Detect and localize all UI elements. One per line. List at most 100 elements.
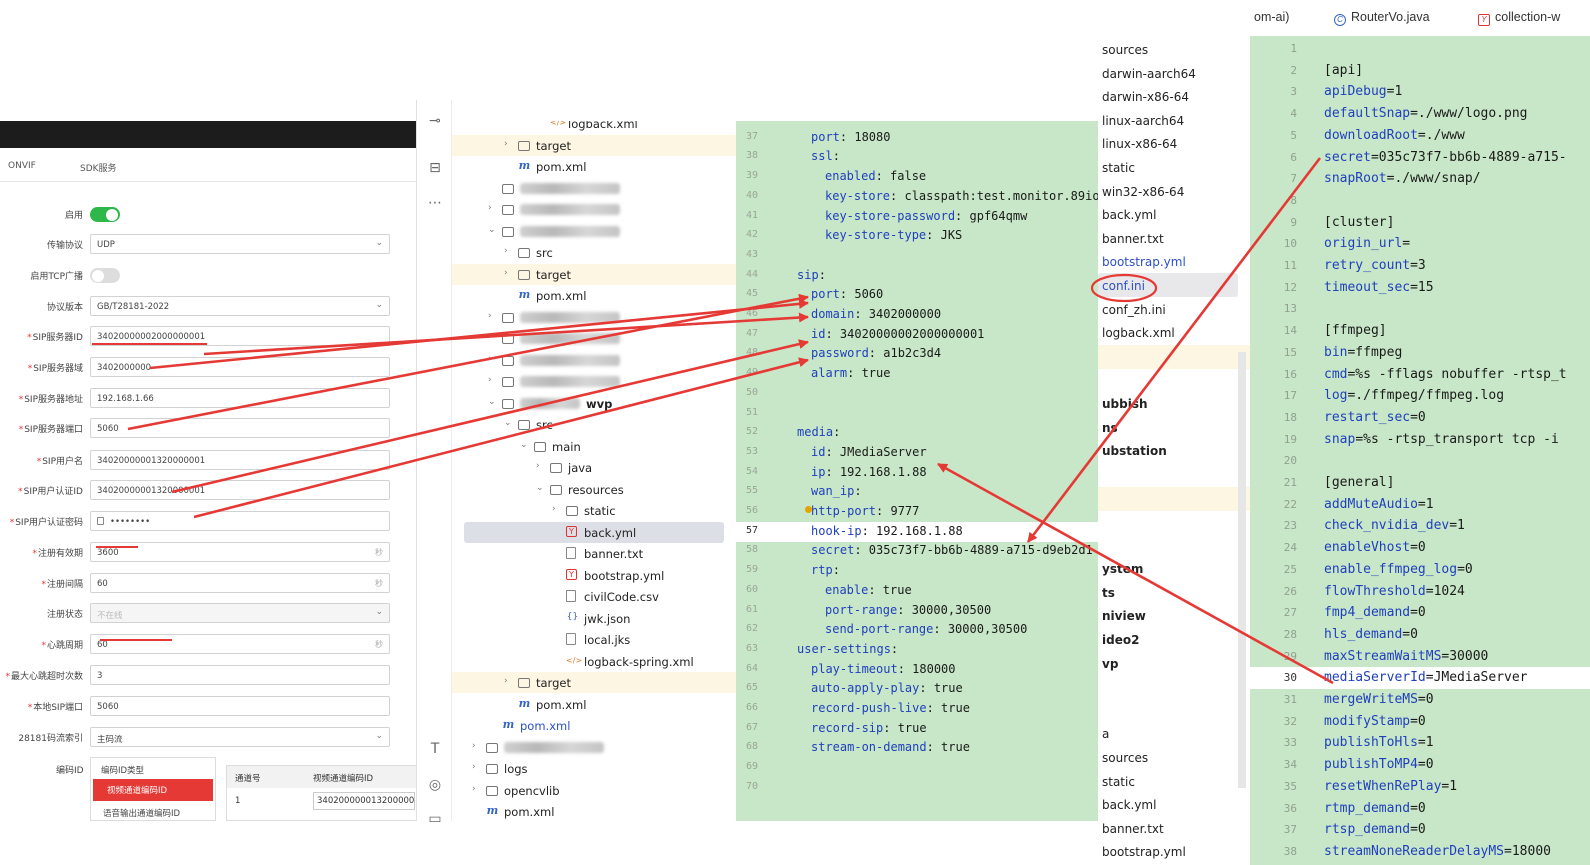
chevron-right-icon[interactable]: ›: [504, 268, 508, 278]
terminal-icon[interactable]: ▭: [426, 810, 444, 828]
code-line[interactable]: 41 key-store-password: gpf64qmw: [736, 207, 1098, 227]
ini-line[interactable]: 30 mediaServerId=JMediaServer: [1250, 667, 1590, 689]
file-list-item[interactable]: ts: [1102, 586, 1115, 608]
file-conf-ini[interactable]: conf.ini: [1102, 279, 1145, 301]
select-field[interactable]: 主码流 ⌄: [90, 727, 390, 747]
ini-line[interactable]: 14 [ffmpeg]: [1250, 320, 1590, 342]
ini-line[interactable]: 32 modifyStamp=0: [1250, 711, 1590, 733]
tab-collection[interactable]: Ycollection-w: [1478, 10, 1560, 26]
code-line[interactable]: 37 port: 18080: [736, 128, 1098, 148]
ini-editor[interactable]: om-ai) C RouterVo.java Ycollection-w 1 2 [a…: [1250, 0, 1590, 865]
run-icon[interactable]: ◎: [426, 776, 444, 794]
ini-line[interactable]: 20: [1250, 450, 1590, 472]
tab-om-ai[interactable]: om-ai): [1254, 10, 1289, 24]
code-line[interactable]: 53 id: JMediaServer: [736, 443, 1098, 463]
code-line[interactable]: 39 enabled: false: [736, 167, 1098, 187]
file-list-item[interactable]: ystem: [1102, 562, 1143, 584]
text-field[interactable]: 192.168.1.66: [90, 388, 390, 408]
tree-item[interactable]: banner.txt: [452, 543, 736, 564]
chevron-down-icon[interactable]: ⌄: [488, 225, 496, 235]
file-list-item[interactable]: banner.txt: [1102, 232, 1164, 254]
ini-line[interactable]: 21 [general]: [1250, 472, 1590, 494]
chevron-right-icon[interactable]: ›: [488, 375, 492, 385]
file-list-item[interactable]: ubstation: [1102, 444, 1167, 466]
file-list-item[interactable]: ubbish: [1102, 397, 1148, 419]
code-line[interactable]: 44 sip:: [736, 266, 1098, 286]
ini-line[interactable]: 4 defaultSnap=./www/logo.png: [1250, 103, 1590, 125]
ini-line[interactable]: 8: [1250, 190, 1590, 212]
file-list-item[interactable]: linux-x86-64: [1102, 137, 1177, 159]
file-list-item[interactable]: conf_zh.ini: [1102, 303, 1166, 325]
code-line[interactable]: 54 ip: 192.168.1.88: [736, 463, 1098, 483]
tree-item[interactable]: m pom.xml: [452, 715, 736, 736]
text-field[interactable]: 3600 秒: [90, 542, 390, 562]
code-type-option-audio[interactable]: 语音输出通道编码ID: [103, 807, 180, 819]
code-line[interactable]: 52 media:: [736, 423, 1098, 443]
code-line[interactable]: 43: [736, 246, 1098, 266]
chevron-right-icon[interactable]: ›: [472, 784, 476, 794]
table-cell-video-id[interactable]: 34020000001320000001: [313, 792, 415, 810]
file-list-item[interactable]: static: [1102, 161, 1135, 183]
code-line[interactable]: 58 secret: 035c73f7-bb6b-4889-a715-d9eb2d…: [736, 541, 1098, 561]
text-field[interactable]: 60 秒: [90, 634, 390, 654]
ini-line[interactable]: 16 cmd=%s -fflags nobuffer -rtsp_t: [1250, 364, 1590, 386]
code-line[interactable]: 46 domain: 3402000000: [736, 305, 1098, 325]
ini-line[interactable]: 31 mergeWriteMS=0: [1250, 689, 1590, 711]
chevron-right-icon[interactable]: ›: [504, 139, 508, 149]
chevron-down-icon[interactable]: ⌄: [520, 440, 528, 450]
chevron-right-icon[interactable]: ›: [504, 246, 508, 256]
ini-line[interactable]: 22 addMuteAudio=1: [1250, 494, 1590, 516]
ini-line[interactable]: 29 maxStreamWaitMS=30000: [1250, 646, 1590, 668]
tree-item[interactable]: › java: [452, 457, 736, 478]
tree-item[interactable]: [452, 178, 736, 199]
file-list-item[interactable]: ns: [1102, 421, 1118, 443]
tree-item[interactable]: ⌄ main: [452, 436, 736, 457]
code-line[interactable]: 56 http-port: 9777: [736, 502, 1098, 522]
select-field[interactable]: UDP ⌄: [90, 234, 390, 254]
code-line[interactable]: 69: [736, 758, 1098, 778]
file-list-item[interactable]: bootstrap.yml: [1102, 845, 1186, 865]
password-field[interactable]: ••••••••: [90, 511, 390, 531]
code-line[interactable]: 68 stream-on-demand: true: [736, 738, 1098, 758]
ini-line[interactable]: 6 secret=035c73f7-bb6b-4889-a715-: [1250, 147, 1590, 169]
code-line[interactable]: 61 port-range: 30000,30500: [736, 601, 1098, 621]
ini-line[interactable]: 3 apiDebug=1: [1250, 81, 1590, 103]
ini-line[interactable]: 23 check_nvidia_dev=1: [1250, 515, 1590, 537]
tree-item[interactable]: {} jwk.json: [452, 608, 736, 629]
code-line[interactable]: 55 wan_ip:: [736, 482, 1098, 502]
ini-line[interactable]: 19 snap=%s -rtsp_transport tcp -i: [1250, 429, 1590, 451]
ini-line[interactable]: 27 fmp4_demand=0: [1250, 602, 1590, 624]
text-field[interactable]: 3402000000: [90, 357, 390, 377]
tree-item[interactable]: ›: [452, 350, 736, 371]
ini-line[interactable]: 38 streamNoneReaderDelayMS=18000: [1250, 841, 1590, 863]
chevron-right-icon[interactable]: ›: [488, 203, 492, 213]
file-list-item[interactable]: sources: [1102, 751, 1148, 773]
file-list-item[interactable]: back.yml: [1102, 208, 1156, 230]
chevron-right-icon[interactable]: ›: [536, 461, 540, 471]
file-list-item[interactable]: niview: [1102, 609, 1146, 631]
code-type-option-video[interactable]: 视频通道编码ID: [93, 779, 213, 801]
tree-item[interactable]: › target: [452, 134, 736, 156]
tree-item[interactable]: › target: [452, 672, 736, 693]
chevron-down-icon[interactable]: ⌄: [488, 397, 496, 407]
tree-item[interactable]: ⌄ resources: [452, 479, 736, 500]
tree-item[interactable]: m pom.xml: [452, 694, 736, 715]
tree-item[interactable]: › logs: [452, 758, 736, 779]
ini-line[interactable]: 1: [1250, 38, 1590, 60]
text-format-icon[interactable]: T: [426, 740, 444, 758]
ini-line[interactable]: 37 rtsp_demand=0: [1250, 819, 1590, 841]
file-list-item[interactable]: banner.txt: [1102, 822, 1164, 844]
file-list-item[interactable]: darwin-x86-64: [1102, 90, 1189, 112]
file-list-item[interactable]: logback.xml: [1102, 326, 1175, 348]
commit-icon[interactable]: ⊸: [426, 112, 444, 130]
text-field[interactable]: 5060: [90, 696, 390, 716]
code-line[interactable]: 64 play-timeout: 180000: [736, 660, 1098, 680]
ini-line[interactable]: 17 log=./ffmpeg/ffmpeg.log: [1250, 385, 1590, 407]
chevron-right-icon[interactable]: ›: [488, 354, 492, 364]
tree-item[interactable]: Ybootstrap.yml: [452, 565, 736, 586]
file-list-item[interactable]: static: [1102, 775, 1135, 797]
tree-item[interactable]: </> logback-spring.xml: [452, 651, 736, 672]
ini-line[interactable]: 35 resetWhenRePlay=1: [1250, 776, 1590, 798]
tree-item[interactable]: ⌄: [452, 221, 736, 242]
code-line[interactable]: 40 key-store: classpath:test.monitor.89io: [736, 187, 1098, 207]
